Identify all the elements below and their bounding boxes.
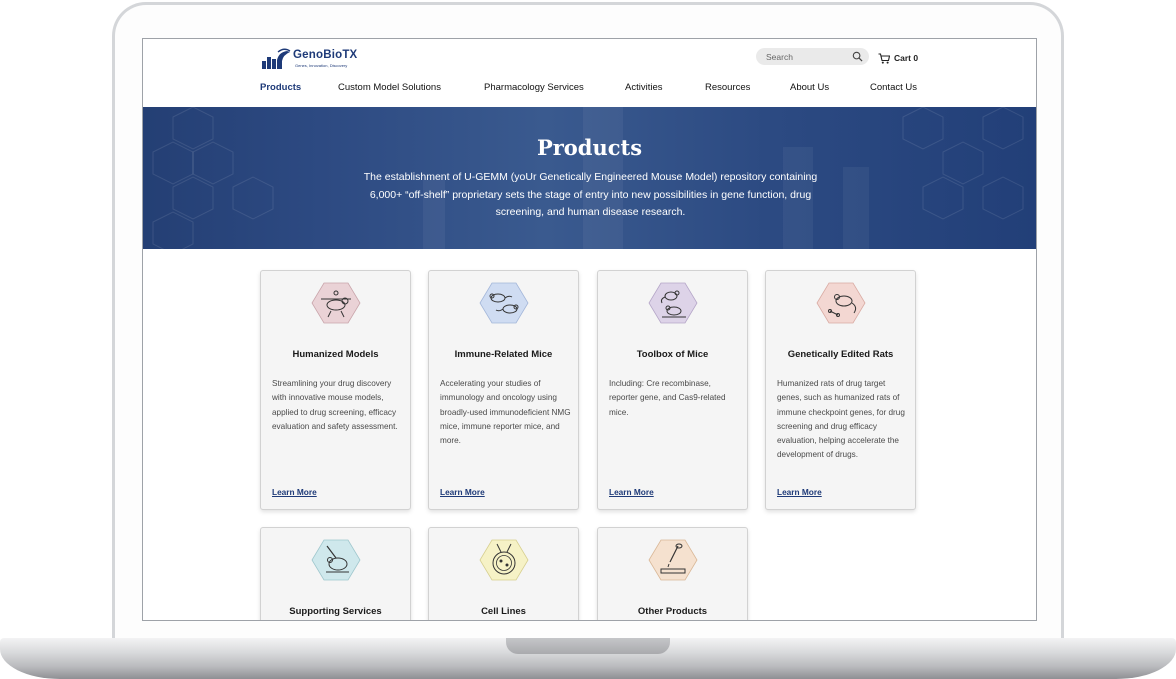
laptop-notch xyxy=(506,638,670,654)
cart-icon xyxy=(878,52,890,64)
product-card-supporting-services[interactable]: Supporting Services xyxy=(260,527,411,620)
site-header: GenoBioTX Genes, Innovation, Discovery C… xyxy=(143,39,1036,107)
search-input[interactable] xyxy=(766,50,846,63)
card-title: Humanized Models xyxy=(292,349,379,360)
learn-more-link[interactable]: Learn More xyxy=(609,487,654,497)
product-card-toolbox-of-mice[interactable]: Toolbox of Mice Including: Cre recombina… xyxy=(597,270,748,510)
product-card-genetically-edited-rats[interactable]: Genetically Edited Rats Humanized rats o… xyxy=(765,270,916,510)
page-title: Products xyxy=(536,135,643,160)
product-card-other-products[interactable]: Other Products xyxy=(597,527,748,620)
cart-label: Cart 0 xyxy=(894,53,919,63)
cell-lines-icon xyxy=(479,539,529,581)
card-description: Streamlining your drug discovery with in… xyxy=(272,379,398,431)
search-icon[interactable] xyxy=(852,51,863,62)
card-description: Accelerating your studies of immunology … xyxy=(440,379,571,446)
card-title: Genetically Edited Rats xyxy=(787,349,894,360)
product-card-humanized-models[interactable]: Humanized Models Streamlining your drug … xyxy=(260,270,411,510)
browser-screen: GenoBioTX Genes, Innovation, Discovery C… xyxy=(142,38,1037,621)
nav-pharmacology-services[interactable]: Pharmacology Services xyxy=(484,82,584,93)
nav-products[interactable]: Products xyxy=(260,82,301,93)
nav-about-us[interactable]: About Us xyxy=(790,82,829,93)
product-card-cell-lines[interactable]: Cell Lines xyxy=(428,527,579,620)
toolbox-mice-icon xyxy=(648,282,698,324)
immune-mice-icon xyxy=(479,282,529,324)
humanized-mouse-icon xyxy=(311,282,361,324)
learn-more-link[interactable]: Learn More xyxy=(272,487,317,497)
card-title: Toolbox of Mice xyxy=(636,349,709,360)
other-products-icon xyxy=(648,539,698,581)
nav-resources[interactable]: Resources xyxy=(705,82,750,93)
logo-tagline: Genes, Innovation, Discovery xyxy=(295,63,348,68)
card-title: Cell Lines xyxy=(481,606,526,617)
supporting-services-icon xyxy=(311,539,361,581)
nav-contact-us[interactable]: Contact Us xyxy=(870,82,917,93)
card-title: Immune-Related Mice xyxy=(454,349,553,360)
card-title: Supporting Services xyxy=(289,606,382,617)
card-description: Including: Cre recombinase, reporter gen… xyxy=(609,379,726,417)
banner-description: The establishment of U-GEMM (yoUr Geneti… xyxy=(363,171,818,218)
edited-rat-icon xyxy=(816,282,866,324)
card-description: Humanized rats of drug target genes, suc… xyxy=(777,379,905,460)
nav-custom-model-solutions[interactable]: Custom Model Solutions xyxy=(338,82,441,93)
logo[interactable]: GenoBioTX Genes, Innovation, Discovery xyxy=(261,46,371,72)
logo-name: GenoBioTX xyxy=(293,49,358,61)
logo-mark-icon xyxy=(262,48,291,69)
search-box xyxy=(756,48,869,65)
cart-button[interactable]: Cart 0 xyxy=(878,51,918,65)
product-card-immune-related-mice[interactable]: Immune-Related Mice Accelerating your st… xyxy=(428,270,579,510)
card-title: Other Products xyxy=(637,606,708,617)
nav-activities[interactable]: Activities xyxy=(625,82,662,93)
hero-banner: Products The establishment of U-GEMM (yo… xyxy=(143,107,1036,249)
main-nav: Products Custom Model Solutions Pharmaco… xyxy=(143,82,1036,96)
learn-more-link[interactable]: Learn More xyxy=(440,487,485,497)
learn-more-link[interactable]: Learn More xyxy=(777,487,822,497)
